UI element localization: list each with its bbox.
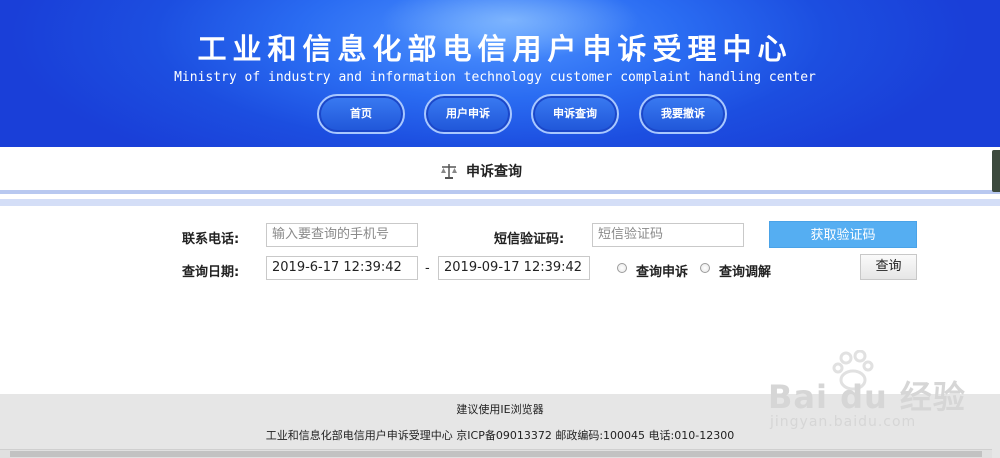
header-banner: 工业和信息化部电信用户申诉受理中心 Ministry of industry a… <box>0 0 1000 147</box>
radio-mediation[interactable] <box>700 263 710 273</box>
phone-label: 联系电话: <box>182 232 240 247</box>
watermark-brand: Bai du 经验 <box>768 378 966 416</box>
date-separator: - <box>425 261 430 276</box>
date-to-input[interactable]: 2019-09-17 12:39:42 <box>438 256 590 280</box>
section-title: 申诉查询 <box>466 164 522 180</box>
sms-code-label: 短信验证码: <box>494 232 565 247</box>
query-button[interactable]: 查询 <box>860 254 917 280</box>
radio-complaint[interactable] <box>617 263 627 273</box>
watermark-url: jingyan.baidu.com <box>770 414 917 430</box>
nav-complaint-button[interactable]: 用户申诉 <box>424 94 512 134</box>
radio-mediation-label[interactable]: 查询调解 <box>719 261 771 280</box>
site-subtitle: Ministry of industry and information tec… <box>174 70 816 85</box>
divider-bottom <box>0 199 1000 206</box>
horizontal-scrollbar[interactable] <box>0 449 992 458</box>
section-heading: 申诉查询 <box>440 160 522 182</box>
phone-input[interactable]: 输入要查询的手机号 <box>266 223 418 247</box>
nav-home-button[interactable]: 首页 <box>317 94 405 134</box>
divider-top <box>0 190 1000 194</box>
date-label: 查询日期: <box>182 265 240 280</box>
get-code-button[interactable]: 获取验证码 <box>769 221 917 248</box>
scrollbar-thumb[interactable] <box>10 451 982 457</box>
nav-withdraw-button[interactable]: 我要撤诉 <box>639 94 727 134</box>
radio-complaint-label[interactable]: 查询申诉 <box>636 261 688 280</box>
date-from-input[interactable]: 2019-6-17 12:39:42 <box>266 256 418 280</box>
nav-query-button[interactable]: 申诉查询 <box>531 94 619 134</box>
sms-code-input[interactable]: 短信验证码 <box>592 223 744 247</box>
side-feedback-tab[interactable] <box>992 150 1000 192</box>
site-title: 工业和信息化部电信用户申诉受理中心 <box>197 32 793 66</box>
scale-icon <box>441 164 457 179</box>
